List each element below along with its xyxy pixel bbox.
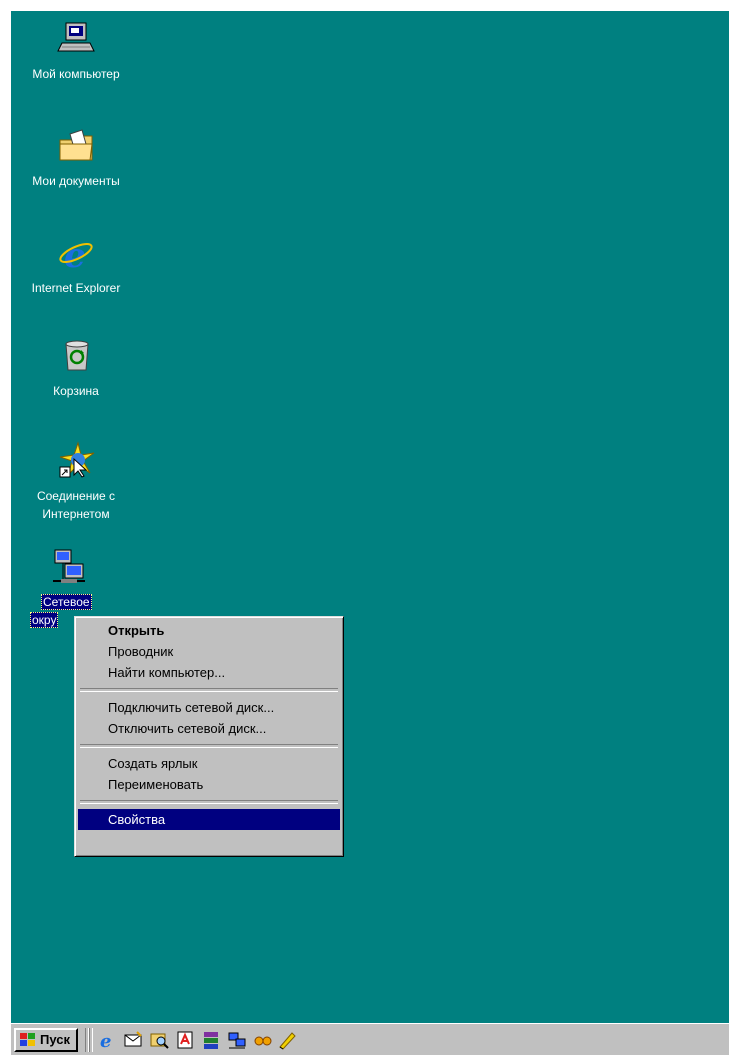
desktop-icon-label: Соединение с	[36, 489, 116, 503]
internet-explorer-icon[interactable]: e	[97, 1030, 117, 1050]
my-computer-icon	[57, 22, 95, 52]
start-button[interactable]: Пуск	[14, 1028, 78, 1052]
desktop-icon-label: Корзина	[53, 384, 99, 398]
menu-separator	[80, 688, 338, 692]
start-label: Пуск	[40, 1032, 70, 1047]
menu-item-properties[interactable]: Свойства	[78, 809, 340, 830]
menu-separator	[80, 744, 338, 748]
glasses-icon[interactable]	[253, 1030, 273, 1050]
svg-text:e: e	[100, 1031, 111, 1050]
desktop-icon-internet-explorer[interactable]: e Internet Explorer	[19, 233, 133, 297]
internet-explorer-icon: e	[59, 236, 93, 273]
desktop-icon-label: Мои документы	[32, 174, 120, 188]
desktop-icon-label: Мой компьютер	[32, 67, 120, 81]
menu-item-open[interactable]: Открыть	[78, 620, 340, 641]
outlook-express-icon[interactable]	[123, 1030, 143, 1050]
desktop-icon-label: Internet Explorer	[31, 281, 121, 295]
svg-text:e: e	[64, 236, 86, 273]
desktop-icon-recycle-bin[interactable]: Корзина	[19, 336, 133, 400]
find-icon[interactable]	[149, 1030, 169, 1050]
menu-separator	[80, 800, 338, 804]
menu-item-disconnect-network-drive[interactable]: Отключить сетевой диск...	[78, 718, 340, 739]
menu-item-explore[interactable]: Проводник	[78, 641, 340, 662]
desktop-icon-label-selected-truncated: окру	[30, 612, 59, 628]
recycle-bin-icon	[65, 340, 89, 371]
desktop-icon-my-documents[interactable]: Мои документы	[19, 126, 133, 190]
context-menu: Открыть Проводник Найти компьютер... Под…	[74, 616, 344, 857]
taskbar: Пуск e	[11, 1023, 729, 1055]
network-neighborhood-icon	[53, 549, 85, 583]
menu-item-find-computer[interactable]: Найти компьютер...	[78, 662, 340, 683]
desktop-icon-label-selected: Сетевое	[41, 594, 92, 610]
desktop-icon-label: Интернетом	[42, 507, 110, 521]
menu-item-rename[interactable]: Переименовать	[78, 774, 340, 795]
winrar-icon[interactable]	[201, 1030, 221, 1050]
desktop-icon-my-computer[interactable]: Мой компьютер	[19, 19, 133, 83]
menu-item-create-shortcut[interactable]: Создать ярлык	[78, 753, 340, 774]
desktop-icon-internet-connection[interactable]: Соединение с Интернетом	[19, 441, 133, 523]
taskbar-divider	[89, 1028, 93, 1052]
adobe-acrobat-icon[interactable]	[175, 1030, 195, 1050]
menu-item-map-network-drive[interactable]: Подключить сетевой диск...	[78, 697, 340, 718]
internet-connection-wizard-icon	[59, 441, 95, 478]
windows-flag-icon	[20, 1033, 35, 1046]
network-icon[interactable]	[227, 1030, 247, 1050]
desktop[interactable]: Мой компьютер Мои документы e Internet E…	[11, 11, 729, 1023]
pen-icon[interactable]	[277, 1030, 297, 1050]
my-documents-icon	[59, 129, 93, 161]
